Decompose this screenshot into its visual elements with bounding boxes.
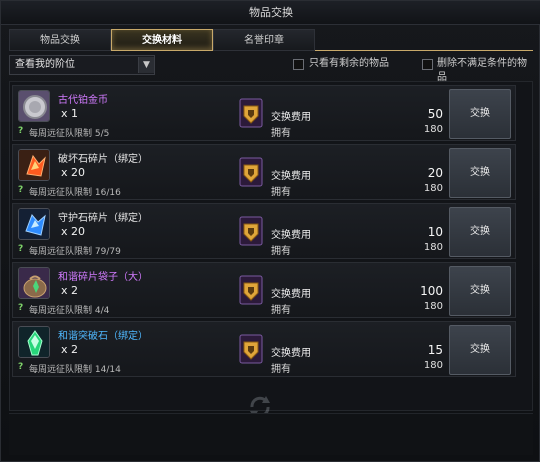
item-name: 和谐突破石（绑定） [58,331,148,342]
weekly-limit: 每周远征队限制 5/5 [29,129,110,139]
exchange-button[interactable]: 交换 [449,207,511,257]
item-quantity: x 2 [61,284,79,297]
blue-crystal-icon [18,208,50,240]
tab-item-exchange[interactable]: 物品交换 [9,29,111,51]
question-mark-icon[interactable]: ? [18,126,23,136]
owned-label: 拥有 [271,246,291,257]
list-item: 破坏石碎片（绑定） x 20 ? 每周远征队限制 16/16 交换费用 拥有 2… [12,144,516,200]
cost-label: 交换费用 [271,112,311,123]
rank-select-value: 查看我的阶位 [15,59,75,70]
weekly-limit: 每周远征队限制 14/14 [29,365,121,375]
weekly-limit: 每周远征队限制 16/16 [29,188,121,198]
item-quantity: x 1 [61,107,79,120]
cost-label: 交换费用 [271,348,311,359]
tab-bar: 物品交换 交换材料 名誉印章 [9,29,533,51]
weekly-limit: 每周远征队限制 79/79 [29,247,121,257]
exchange-list: 古代铂金币 x 1 ? 每周远征队限制 5/5 交换费用 拥有 50 180 交… [9,81,533,411]
item-quantity: x 20 [61,166,86,179]
owned-label: 拥有 [271,128,291,139]
chevron-down-icon[interactable]: ▼ [138,57,154,73]
item-quantity: x 2 [61,343,79,356]
rank-select[interactable]: 查看我的阶位 ▼ [9,55,155,75]
currency-icon [239,334,263,364]
exchange-window: 物品交换 物品交换 交换材料 名誉印章 查看我的阶位 ▼ 只看有剩余的物品 删除… [0,0,540,462]
exchange-button[interactable]: 交换 [449,325,511,375]
item-name: 守护石碎片（绑定） [58,213,148,224]
list-item: 古代铂金币 x 1 ? 每周远征队限制 5/5 交换费用 拥有 50 180 交… [12,85,516,141]
exchange-button[interactable]: 交换 [449,148,511,198]
item-name: 古代铂金币 [58,95,108,106]
tab-exchange-materials[interactable]: 交换材料 [111,29,213,51]
cost-value: 20 [427,166,443,180]
owned-value: 180 [423,301,443,312]
owned-label: 拥有 [271,364,291,375]
exchange-button[interactable]: 交换 [449,266,511,316]
cost-value: 50 [427,107,443,121]
item-quantity: x 20 [61,225,86,238]
list-item: 和谐碎片袋子（大） x 2 ? 每周远征队限制 4/4 交换费用 拥有 100 … [12,262,516,318]
question-mark-icon[interactable]: ? [18,303,23,313]
list-item: 和谐突破石（绑定） x 2 ? 每周远征队限制 14/14 交换费用 拥有 15… [12,321,516,377]
cost-value: 100 [420,284,443,298]
question-mark-icon[interactable]: ? [18,362,23,372]
list-item: 守护石碎片（绑定） x 20 ? 每周远征队限制 79/79 交换费用 拥有 1… [12,203,516,259]
currency-icon [239,98,263,128]
silver-coin-icon [18,90,50,122]
tab-honor-seals[interactable]: 名誉印章 [213,29,315,51]
only-remaining-label: 只看有剩余的物品 [309,58,389,69]
bottom-bar [9,413,533,455]
only-remaining-checkbox[interactable] [293,59,304,70]
cost-label: 交换费用 [271,230,311,241]
filter-bar: 查看我的阶位 ▼ 只看有剩余的物品 删除不满足条件的物品 [9,55,533,83]
cost-label: 交换费用 [271,289,311,300]
currency-icon [239,216,263,246]
currency-icon [239,275,263,305]
window-title: 物品交换 [1,1,540,25]
exchange-button[interactable]: 交换 [449,89,511,139]
cost-value: 10 [427,225,443,239]
owned-value: 180 [423,242,443,253]
currency-icon [239,157,263,187]
question-mark-icon[interactable]: ? [18,185,23,195]
item-name: 和谐碎片袋子（大） [58,272,148,283]
owned-label: 拥有 [271,305,291,316]
owned-value: 180 [423,183,443,194]
owned-value: 180 [423,360,443,371]
owned-label: 拥有 [271,187,291,198]
question-mark-icon[interactable]: ? [18,244,23,254]
remove-unmet-checkbox[interactable] [422,59,433,70]
item-name: 破坏石碎片（绑定） [58,154,148,165]
red-crystal-icon [18,149,50,181]
cost-label: 交换费用 [271,171,311,182]
green-crystal-icon [18,326,50,358]
cost-value: 15 [427,343,443,357]
owned-value: 180 [423,124,443,135]
weekly-limit: 每周远征队限制 4/4 [29,306,110,316]
shard-bag-icon [18,267,50,299]
